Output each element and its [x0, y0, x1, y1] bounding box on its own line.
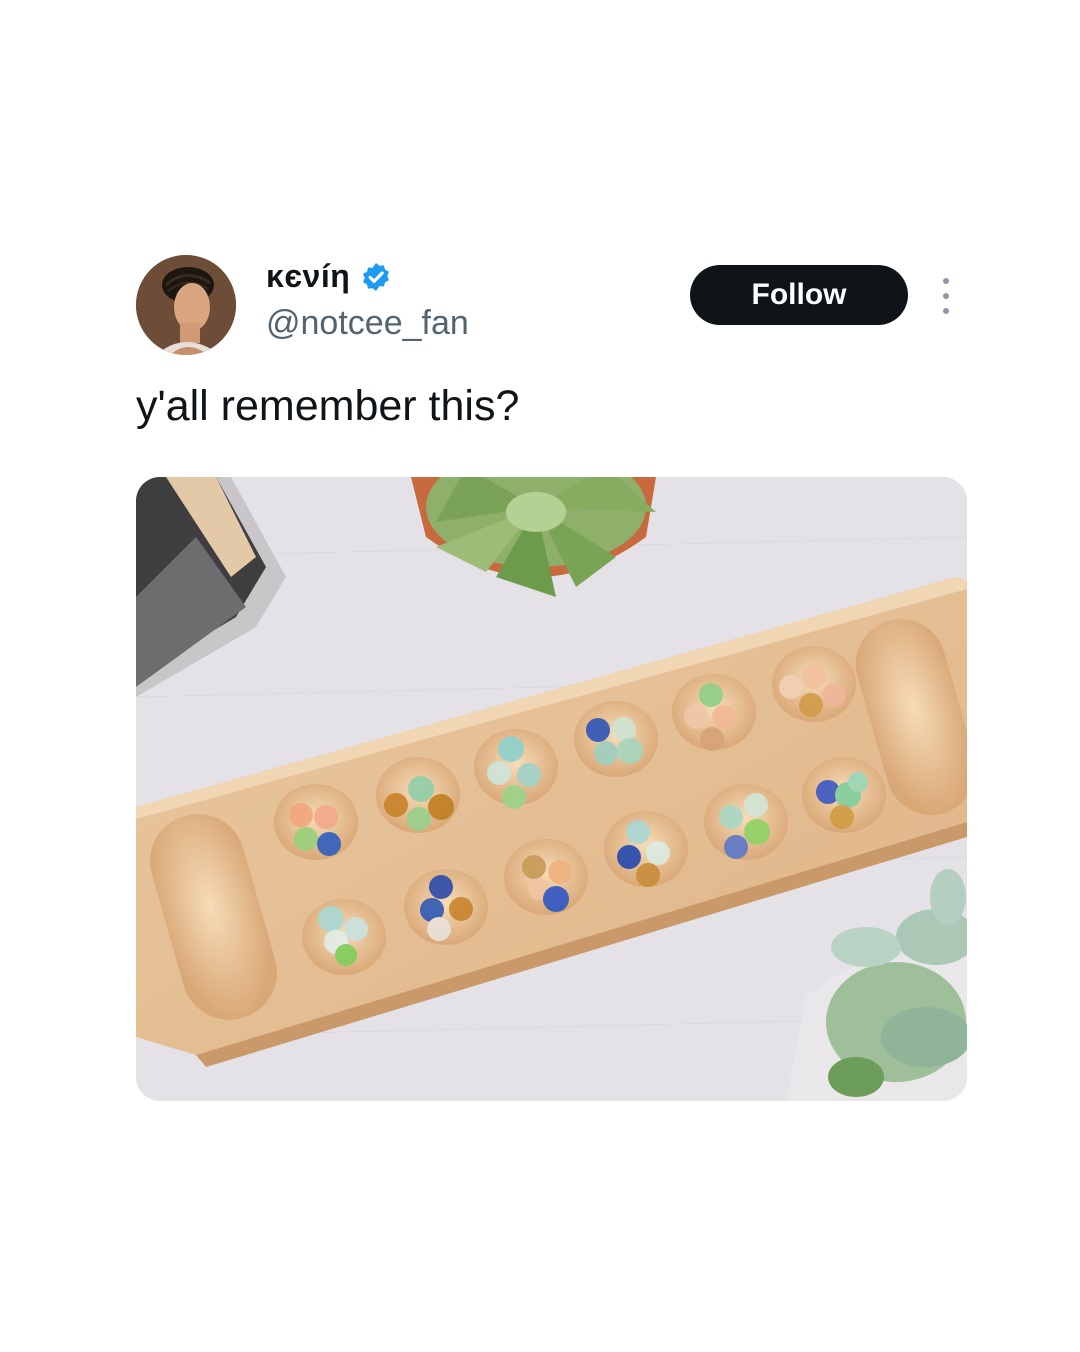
tweet-card: κєνíη @notcee_fan Follow y'all remember …: [0, 0, 1080, 1352]
author-display-name[interactable]: κєνíη: [266, 258, 350, 295]
tweet-text: y'all remember this?: [136, 382, 520, 430]
avatar[interactable]: [136, 255, 236, 355]
mancala-board-photo: [136, 477, 967, 1101]
avatar-image: [136, 255, 236, 355]
author-name-row: κєνíη: [266, 258, 392, 295]
author-handle[interactable]: @notcee_fan: [266, 304, 469, 343]
tweet-media-photo[interactable]: [136, 477, 967, 1101]
more-vertical-icon[interactable]: [930, 276, 962, 316]
follow-button[interactable]: Follow: [690, 265, 908, 325]
verified-badge-icon: [363, 262, 390, 291]
